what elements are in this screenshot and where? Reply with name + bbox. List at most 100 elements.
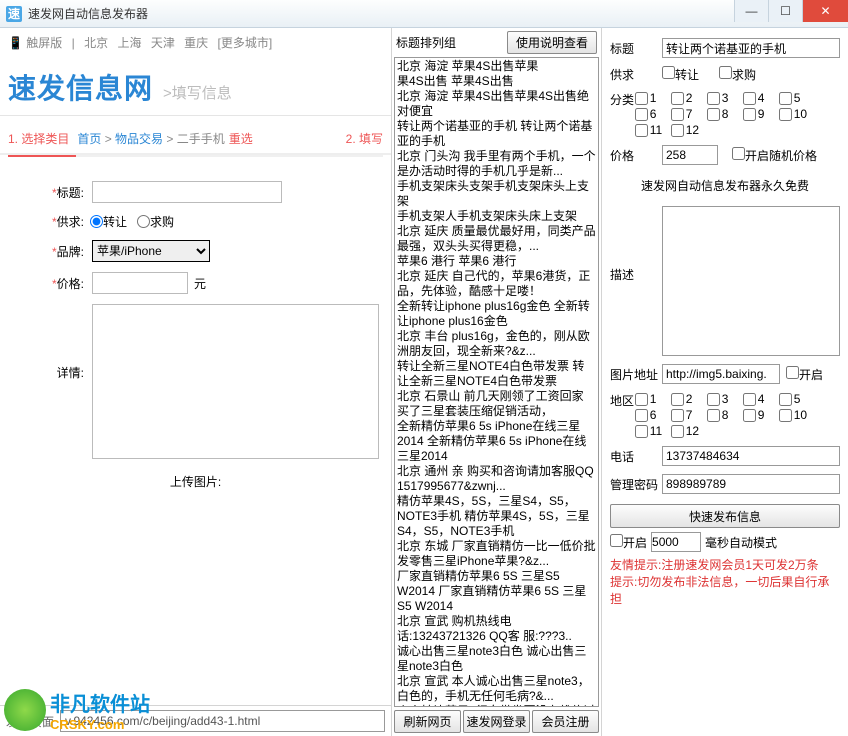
cat-12[interactable]: [671, 124, 684, 137]
brand-select[interactable]: 苹果/iPhone: [92, 240, 210, 262]
cat-1[interactable]: [635, 92, 648, 105]
breadcrumb: 首页 > 物品交易 > 二手手机: [77, 130, 224, 147]
more-cities[interactable]: [更多城市]: [218, 36, 273, 50]
cat-9[interactable]: [743, 108, 756, 121]
area-9[interactable]: [743, 409, 756, 422]
area-5[interactable]: [779, 393, 792, 406]
city-beijing[interactable]: 北京: [84, 36, 108, 50]
area-11[interactable]: [635, 425, 648, 438]
chk-buy[interactable]: [719, 66, 732, 79]
city-tianjin[interactable]: 天津: [151, 36, 175, 50]
cat-4[interactable]: [743, 92, 756, 105]
auto-interval-input[interactable]: [651, 532, 701, 552]
radio-transfer[interactable]: [90, 215, 103, 228]
app-icon: 速: [6, 6, 22, 22]
auto-unit: 毫秒自动模式: [705, 534, 777, 551]
r-pwd-input[interactable]: [662, 474, 840, 494]
window-title: 速发网自动信息发布器: [28, 5, 734, 22]
chk-img-enable[interactable]: [786, 366, 799, 379]
r-phone-label: 电话: [610, 448, 662, 465]
footer-logo: 非凡软件站 CRSKY.com: [4, 688, 150, 732]
radio-buy[interactable]: [137, 215, 150, 228]
window-title-bar: 速 速发网自动信息发布器 — ☐ ✕: [0, 0, 848, 28]
title-list[interactable]: 北京 海淀 苹果4S出售苹果 果4S出售 苹果4S出售 北京 海淀 苹果4S出售…: [394, 57, 599, 707]
r-title-input[interactable]: [662, 38, 840, 58]
r-price-input[interactable]: [662, 145, 718, 165]
city-chongqing[interactable]: 重庆: [184, 36, 208, 50]
area-2[interactable]: [671, 393, 684, 406]
r-area-label: 地区: [610, 392, 635, 409]
hint-1: 友情提示:注册速发网会员1天可发2万条: [610, 556, 840, 573]
breadcrumb-sub: 二手手机: [177, 132, 225, 146]
cat-3[interactable]: [707, 92, 720, 105]
area-8[interactable]: [707, 409, 720, 422]
breadcrumb-cat[interactable]: 物品交易: [115, 132, 163, 146]
cat-5[interactable]: [779, 92, 792, 105]
area-12[interactable]: [671, 425, 684, 438]
title-field-label: **标题:标题:: [12, 184, 84, 201]
city-bar: 📱 触屏版 | 北京 上海 天津 重庆 [更多城市]: [0, 28, 391, 57]
r-img-input[interactable]: [662, 364, 780, 384]
area-4[interactable]: [743, 393, 756, 406]
middle-pane: 标题排列组 使用说明查看 北京 海淀 苹果4S出售苹果 果4S出售 苹果4S出售…: [392, 28, 602, 736]
hint-2: 提示:切勿发布非法信息，一切后果自行承担: [610, 573, 840, 607]
area-1[interactable]: [635, 393, 648, 406]
cat-2[interactable]: [671, 92, 684, 105]
reselect-link[interactable]: 重选: [229, 130, 253, 147]
chk-random-price[interactable]: [732, 147, 745, 160]
r-desc-label: 描述: [610, 266, 662, 283]
price-unit: 元: [194, 275, 206, 292]
help-button[interactable]: 使用说明查看: [507, 31, 597, 54]
chk-auto[interactable]: [610, 534, 623, 547]
site-logo: 速发信息网: [8, 67, 153, 107]
area-7[interactable]: [671, 409, 684, 422]
area-3[interactable]: [707, 393, 720, 406]
supply-demand-label: *供求:: [12, 213, 84, 230]
upload-label: 上传图片:: [12, 473, 379, 490]
r-cat-label: 分类: [610, 91, 635, 108]
r-desc-textarea[interactable]: [662, 206, 840, 356]
detail-textarea[interactable]: [92, 304, 379, 459]
register-button[interactable]: 会员注册: [532, 710, 599, 733]
r-img-label: 图片地址: [610, 366, 662, 383]
left-pane: 📱 触屏版 | 北京 上海 天津 重庆 [更多城市] 速发信息网 >填写信息 1…: [0, 28, 392, 736]
mobile-link[interactable]: 📱 触屏版: [8, 36, 62, 50]
maximize-button[interactable]: ☐: [768, 0, 802, 22]
price-input[interactable]: [92, 272, 188, 294]
r-sd-label: 供求: [610, 66, 662, 83]
chk-transfer[interactable]: [662, 66, 675, 79]
area-6[interactable]: [635, 409, 648, 422]
minimize-button[interactable]: —: [734, 0, 768, 22]
step-1-label: 1. 选择类目: [8, 130, 69, 147]
banner-text: 速发网自动信息发布器永久免费: [641, 177, 809, 194]
cat-7[interactable]: [671, 108, 684, 121]
cat-6[interactable]: [635, 108, 648, 121]
login-button[interactable]: 速发网登录: [463, 710, 530, 733]
r-title-label: 标题: [610, 40, 662, 57]
right-pane: 标题 供求 转让 求购 分类 1 2 3 4 5 6 7 8 9 10 11 1…: [602, 28, 848, 736]
close-button[interactable]: ✕: [802, 0, 848, 22]
price-label: *价格:: [12, 275, 84, 292]
breadcrumb-home[interactable]: 首页: [77, 132, 101, 146]
city-shanghai[interactable]: 上海: [117, 36, 141, 50]
area-grid: 1 2 3 4 5 6 7 8 9 10 11 12: [635, 392, 840, 438]
refresh-button[interactable]: 刷新网页: [394, 710, 461, 733]
r-price-label: 价格: [610, 147, 662, 164]
area-10[interactable]: [779, 409, 792, 422]
cat-11[interactable]: [635, 124, 648, 137]
cat-8[interactable]: [707, 108, 720, 121]
brand-label: *品牌:: [12, 243, 84, 260]
publish-button[interactable]: 快速发布信息: [610, 504, 840, 528]
title-list-label: 标题排列组: [396, 34, 503, 51]
form-area: **标题:标题: *供求: 转让 求购 *品牌: 苹果/iPhone *价格: …: [0, 157, 391, 705]
crsky-ball-icon: [4, 689, 46, 731]
r-phone-input[interactable]: [662, 446, 840, 466]
detail-label: 详情:: [12, 364, 84, 381]
step-2-label: 2. 填写: [346, 130, 383, 147]
title-input[interactable]: [92, 181, 282, 203]
r-pwd-label: 管理密码: [610, 476, 662, 493]
step-underline: [8, 155, 383, 157]
cat-10[interactable]: [779, 108, 792, 121]
category-grid: 1 2 3 4 5 6 7 8 9 10 11 12: [635, 91, 840, 137]
page-subtitle: >填写信息: [163, 82, 232, 103]
